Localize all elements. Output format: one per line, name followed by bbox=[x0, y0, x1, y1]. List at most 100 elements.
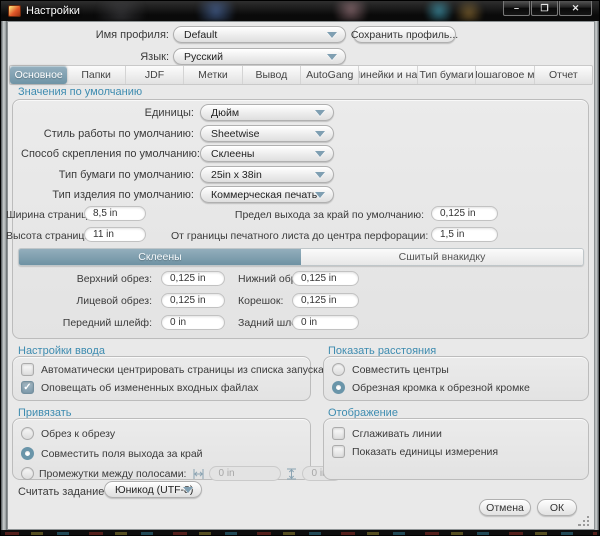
binding-segmented-control: Склеены Сшитый внакидку bbox=[18, 248, 584, 266]
window-title: Настройки bbox=[26, 5, 80, 17]
tab-folders[interactable]: Папки bbox=[67, 66, 124, 84]
tab-output[interactable]: Вывод bbox=[242, 66, 300, 84]
radio-trim-to-trim[interactable] bbox=[332, 381, 345, 394]
checkbox-auto-center-label: Автоматически центрировать страницы из с… bbox=[41, 364, 324, 376]
page-width-input[interactable]: 8,5 in bbox=[84, 206, 146, 221]
profile-name-label: Имя профиля: bbox=[61, 29, 169, 41]
checkbox-smooth-lines[interactable] bbox=[332, 427, 345, 440]
radio-column-gaps-label: Промежутки между полосами: bbox=[39, 468, 186, 480]
minimize-button[interactable]: – bbox=[503, 1, 530, 16]
vertical-gap-icon bbox=[286, 468, 297, 480]
product-type-select[interactable]: Коммерческая печать bbox=[200, 186, 334, 203]
binding-method-value: Склеены bbox=[211, 148, 254, 160]
radio-trim-to-trim-snap-label: Обрез к обрезу bbox=[41, 428, 115, 440]
cancel-button[interactable]: Отмена bbox=[479, 499, 531, 516]
tab-jdf[interactable]: JDF bbox=[125, 66, 183, 84]
work-style-value: Sheetwise bbox=[211, 128, 259, 140]
bleed-limit-input[interactable]: 0,125 in bbox=[431, 206, 498, 221]
language-value: Русский bbox=[184, 51, 223, 63]
spine-label: Корешок: bbox=[238, 295, 283, 307]
title-bar[interactable]: Настройки – ❐ ✕ bbox=[1, 1, 600, 21]
ok-button[interactable]: ОК bbox=[537, 499, 577, 516]
distances-groupbox: Совместить центры Обрезная кромка к обре… bbox=[323, 356, 589, 401]
radio-column-gaps[interactable] bbox=[21, 467, 34, 480]
front-tail-input[interactable]: 0 in bbox=[161, 315, 225, 330]
radio-trim-to-trim-snap[interactable] bbox=[21, 427, 34, 440]
paper-type-value: 25in x 38in bbox=[211, 169, 262, 181]
checkbox-show-units[interactable] bbox=[332, 445, 345, 458]
snap-groupbox: Обрез к обрезу Совместить поля выхода за… bbox=[12, 418, 311, 480]
chevron-down-icon bbox=[315, 131, 325, 137]
product-type-value: Коммерческая печать bbox=[211, 189, 317, 201]
profile-name-select[interactable]: Default bbox=[173, 26, 346, 43]
work-style-select[interactable]: Sheetwise bbox=[200, 125, 334, 142]
tab-marks[interactable]: Метки bbox=[183, 66, 241, 84]
binding-method-label: Способ скрепления по умолчанию: bbox=[21, 148, 194, 160]
chevron-down-icon bbox=[183, 487, 193, 493]
language-select[interactable]: Русский bbox=[173, 48, 346, 65]
read-job-value: Юникод (UTF-8) bbox=[115, 484, 193, 496]
units-label: Единицы: bbox=[21, 107, 194, 119]
work-style-label: Стиль работы по умолчанию: bbox=[21, 128, 194, 140]
chevron-down-icon bbox=[327, 54, 337, 60]
bleed-limit-label: Предел выхода за край по умолчанию: bbox=[171, 209, 424, 221]
radio-align-centers[interactable] bbox=[332, 363, 345, 376]
app-icon bbox=[8, 5, 21, 17]
checkbox-smooth-lines-label: Сглаживать линии bbox=[352, 428, 442, 440]
perforation-input[interactable]: 1,5 in bbox=[431, 227, 498, 242]
tab-paper-type[interactable]: Тип бумаги bbox=[417, 66, 475, 84]
trim-face-input[interactable]: 0,125 in bbox=[161, 293, 225, 308]
chevron-down-icon bbox=[315, 151, 325, 157]
front-tail-label: Передний шлейф: bbox=[61, 317, 152, 329]
settings-dialog: Настройки – ❐ ✕ Имя профиля: Default Сох… bbox=[0, 0, 600, 536]
page-height-label: Высота страницы: bbox=[6, 230, 79, 242]
tab-rulers[interactable]: Линейки и нап bbox=[358, 66, 416, 84]
segment-saddle-stitched[interactable]: Сшитый внакидку bbox=[301, 249, 583, 265]
tab-strip: Основное Папки JDF Метки Вывод AutoGang … bbox=[9, 65, 593, 85]
tab-report[interactable]: Отчет bbox=[534, 66, 592, 84]
window-frame-bottom bbox=[1, 530, 600, 536]
segment-perfect-bound[interactable]: Склеены bbox=[19, 249, 301, 265]
trim-top-label: Верхний обрез: bbox=[61, 273, 152, 285]
save-profile-button[interactable]: Сохранить профиль... bbox=[353, 26, 456, 43]
trim-face-label: Лицевой обрез: bbox=[61, 295, 152, 307]
tab-main[interactable]: Основное bbox=[10, 66, 67, 84]
trim-top-input[interactable]: 0,125 in bbox=[161, 271, 225, 286]
radio-align-centers-label: Совместить центры bbox=[352, 364, 449, 376]
language-label: Язык: bbox=[61, 51, 169, 63]
trim-bottom-input[interactable]: 0,125 in bbox=[292, 271, 359, 286]
back-tail-input[interactable]: 0 in bbox=[292, 315, 359, 330]
read-job-select[interactable]: Юникод (UTF-8) bbox=[104, 481, 202, 498]
paper-type-select[interactable]: 25in x 38in bbox=[200, 166, 334, 183]
checkbox-auto-center[interactable] bbox=[21, 363, 34, 376]
defaults-section-header: Значения по умолчанию bbox=[18, 86, 142, 98]
spine-input[interactable]: 0,125 in bbox=[292, 293, 359, 308]
paper-type-label: Тип бумаги по умолчанию: bbox=[21, 169, 194, 181]
close-button[interactable]: ✕ bbox=[559, 1, 592, 16]
input-settings-groupbox: Автоматически центрировать страницы из с… bbox=[12, 356, 311, 401]
product-type-label: Тип изделия по умолчанию: bbox=[21, 189, 194, 201]
page-height-input[interactable]: 11 in bbox=[84, 227, 146, 242]
chevron-down-icon bbox=[315, 172, 325, 178]
binding-method-select[interactable]: Склеены bbox=[200, 145, 334, 162]
tab-autogang[interactable]: AutoGang bbox=[300, 66, 358, 84]
radio-align-bleed-margins[interactable] bbox=[21, 447, 34, 460]
chevron-down-icon bbox=[315, 192, 325, 198]
maximize-button[interactable]: ❐ bbox=[531, 1, 558, 16]
chevron-down-icon bbox=[327, 32, 337, 38]
profile-name-value: Default bbox=[184, 29, 217, 41]
units-value: Дюйм bbox=[211, 107, 239, 119]
chevron-down-icon bbox=[315, 110, 325, 116]
display-groupbox: Сглаживать линии Показать единицы измере… bbox=[323, 418, 589, 480]
checkbox-show-units-label: Показать единицы измерения bbox=[352, 446, 498, 458]
horizontal-gap-icon bbox=[193, 468, 204, 480]
gap-horizontal-input[interactable]: 0 in bbox=[209, 466, 281, 481]
radio-trim-to-trim-label: Обрезная кромка к обрезной кромке bbox=[352, 382, 530, 394]
resize-grip[interactable] bbox=[578, 514, 590, 526]
units-select[interactable]: Дюйм bbox=[200, 104, 334, 121]
checkbox-notify-changed-files[interactable] bbox=[21, 381, 34, 394]
radio-align-bleed-margins-label: Совместить поля выхода за край bbox=[41, 448, 203, 460]
tab-step-repeat[interactable]: Пошаговое му bbox=[475, 66, 533, 84]
perforation-label: От границы печатного листа до центра пер… bbox=[171, 230, 424, 242]
checkbox-notify-changed-files-label: Оповещать об измененных входных файлах bbox=[41, 382, 258, 394]
